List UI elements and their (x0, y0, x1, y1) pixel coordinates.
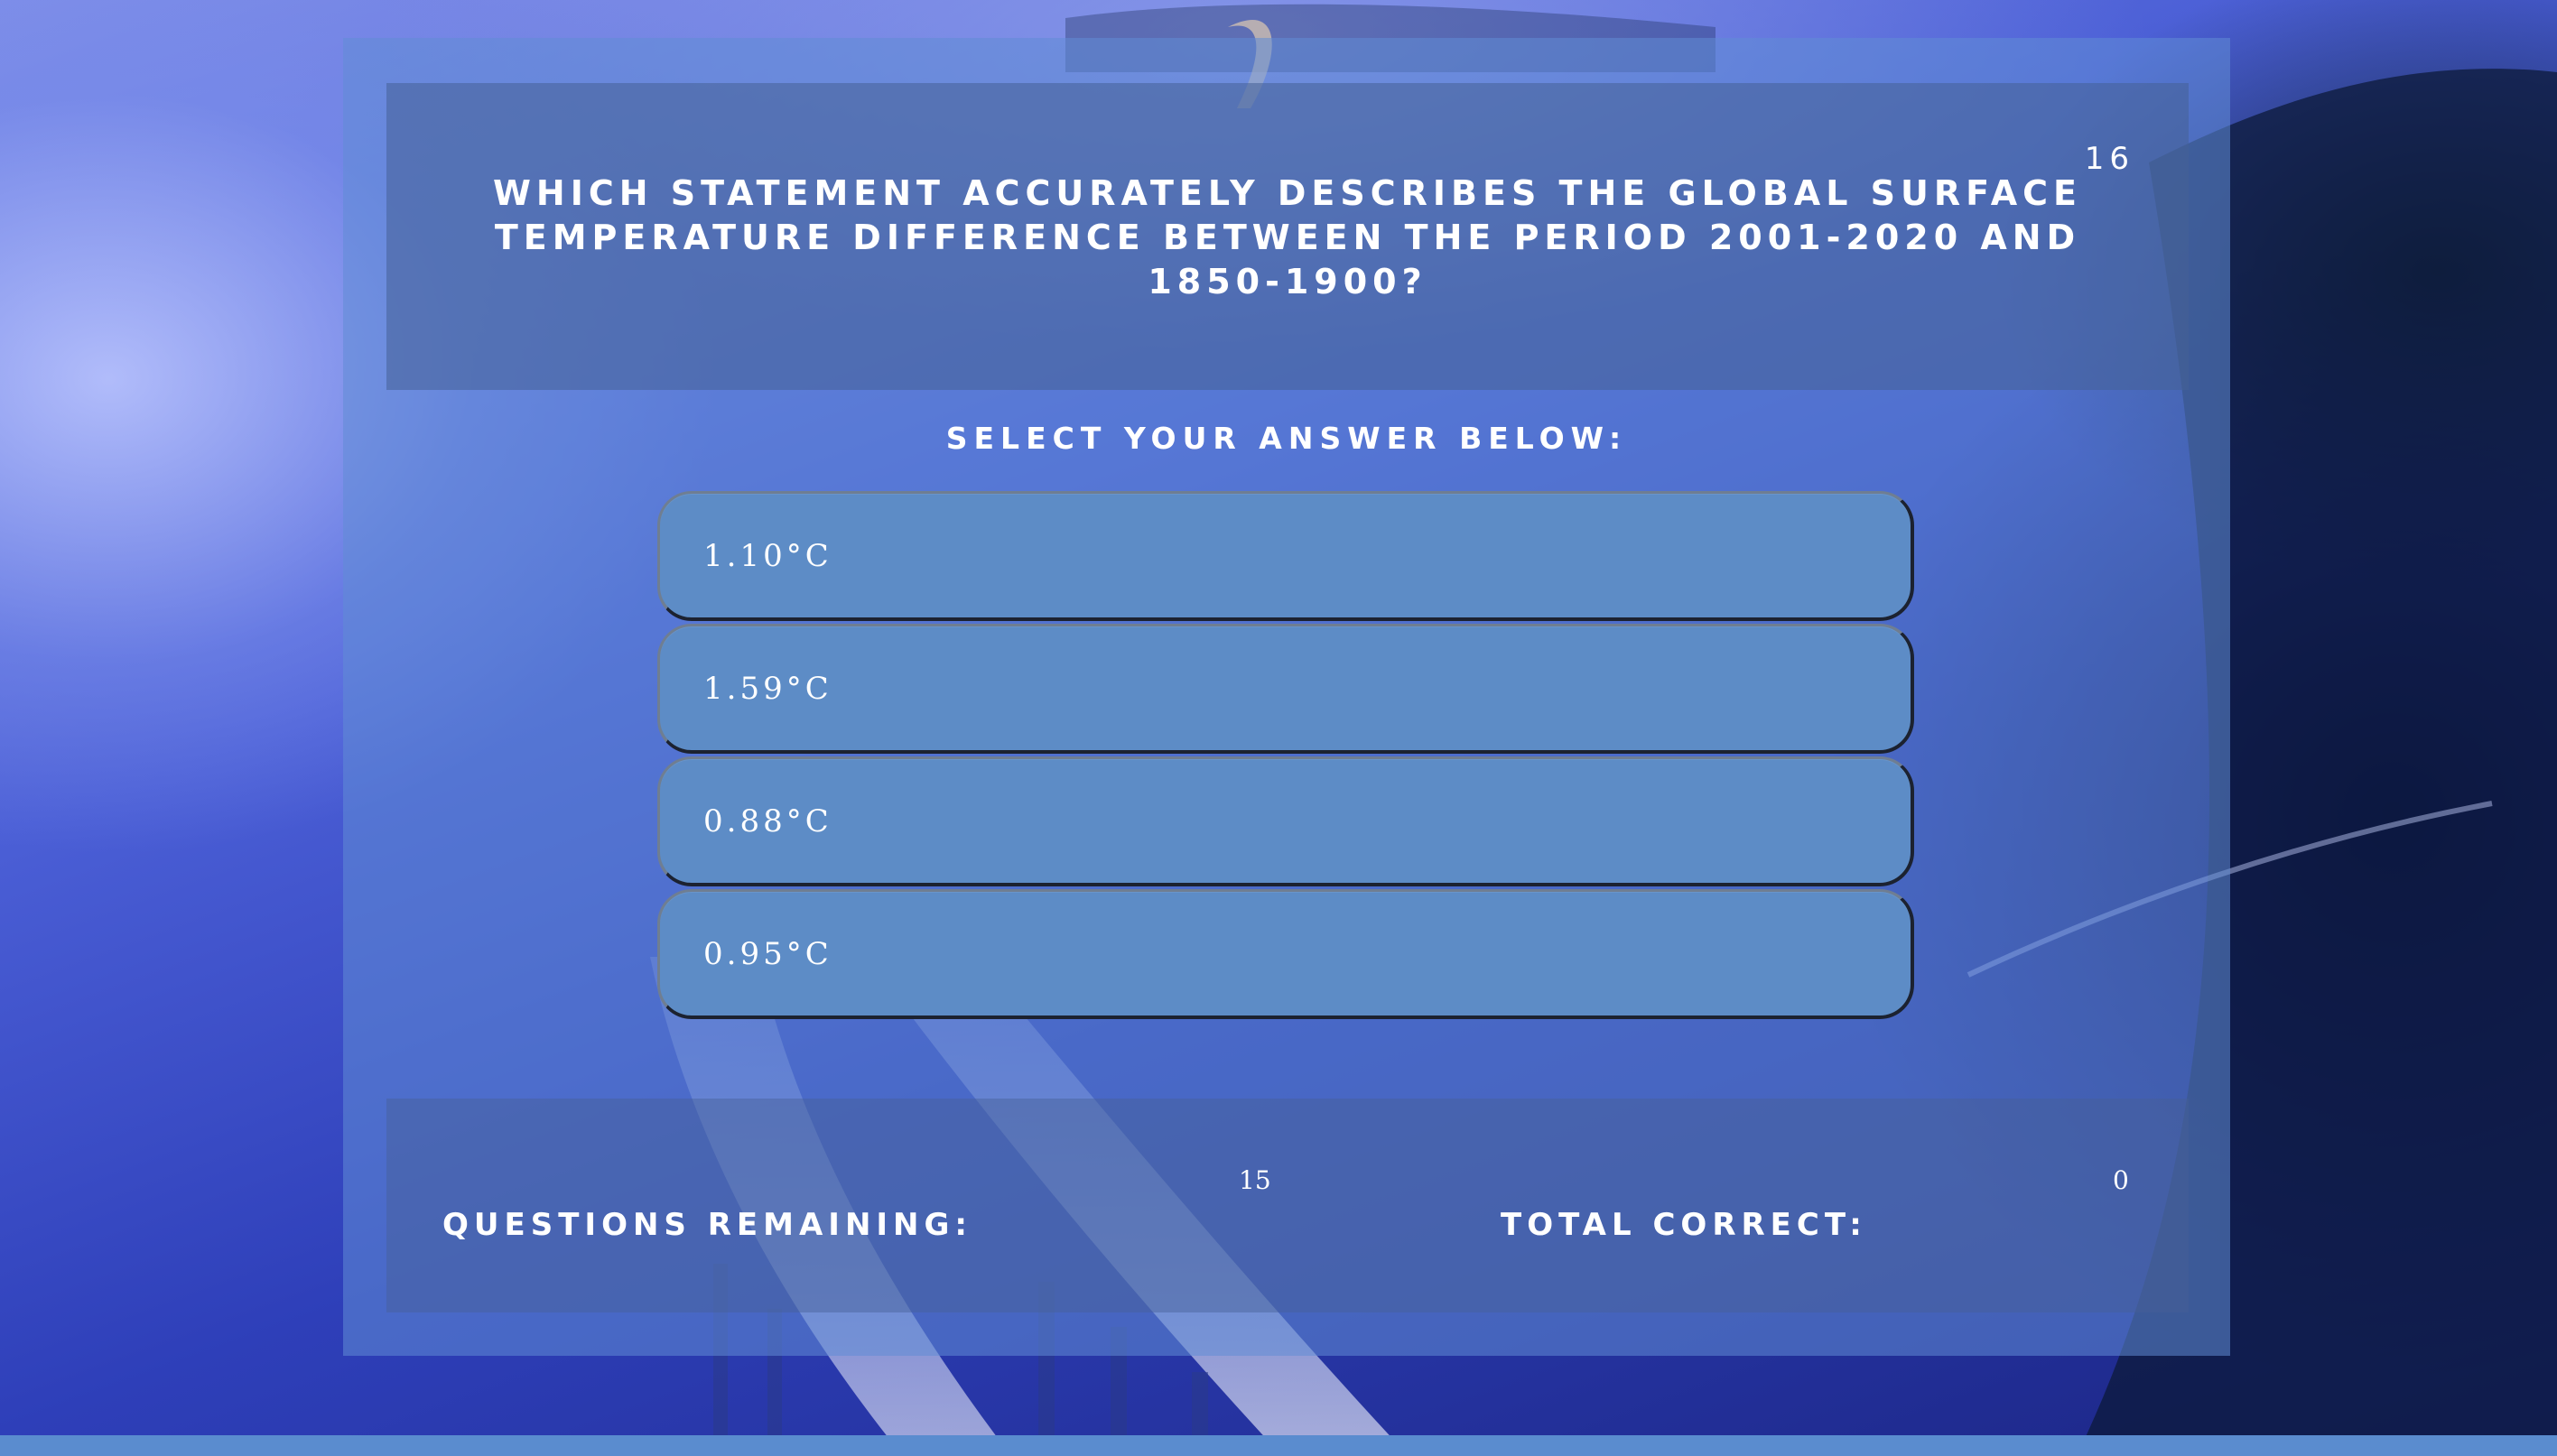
answer-list: 1.10°C 1.59°C 0.88°C 0.95°C (657, 491, 1914, 1022)
answer-label: 0.88°C (703, 802, 832, 839)
bottom-strip (0, 1435, 2557, 1456)
answer-button-3[interactable]: 0.88°C (657, 756, 1914, 886)
questions-remaining-value: 15 (1239, 1165, 1271, 1195)
answer-label: 1.10°C (703, 537, 832, 574)
question-box: 16 WHICH STATEMENT ACCURATELY DESCRIBES … (386, 83, 2189, 390)
answer-label: 0.95°C (703, 935, 832, 972)
quiz-panel: 16 WHICH STATEMENT ACCURATELY DESCRIBES … (343, 38, 2230, 1356)
question-text: WHICH STATEMENT ACCURATELY DESCRIBES THE… (493, 173, 2082, 301)
answer-button-1[interactable]: 1.10°C (657, 491, 1914, 621)
questions-remaining-label: QUESTIONS REMAINING: (442, 1207, 973, 1243)
stats-box: QUESTIONS REMAINING: 15 TOTAL CORRECT: 0 (386, 1099, 2189, 1312)
select-answer-label: SELECT YOUR ANSWER BELOW: (945, 421, 1628, 456)
answer-label: 1.59°C (703, 670, 832, 707)
total-correct-value: 0 (2113, 1165, 2129, 1195)
answer-button-4[interactable]: 0.95°C (657, 889, 1914, 1019)
total-correct-label: TOTAL CORRECT: (1501, 1207, 1867, 1243)
answer-button-2[interactable]: 1.59°C (657, 624, 1914, 754)
